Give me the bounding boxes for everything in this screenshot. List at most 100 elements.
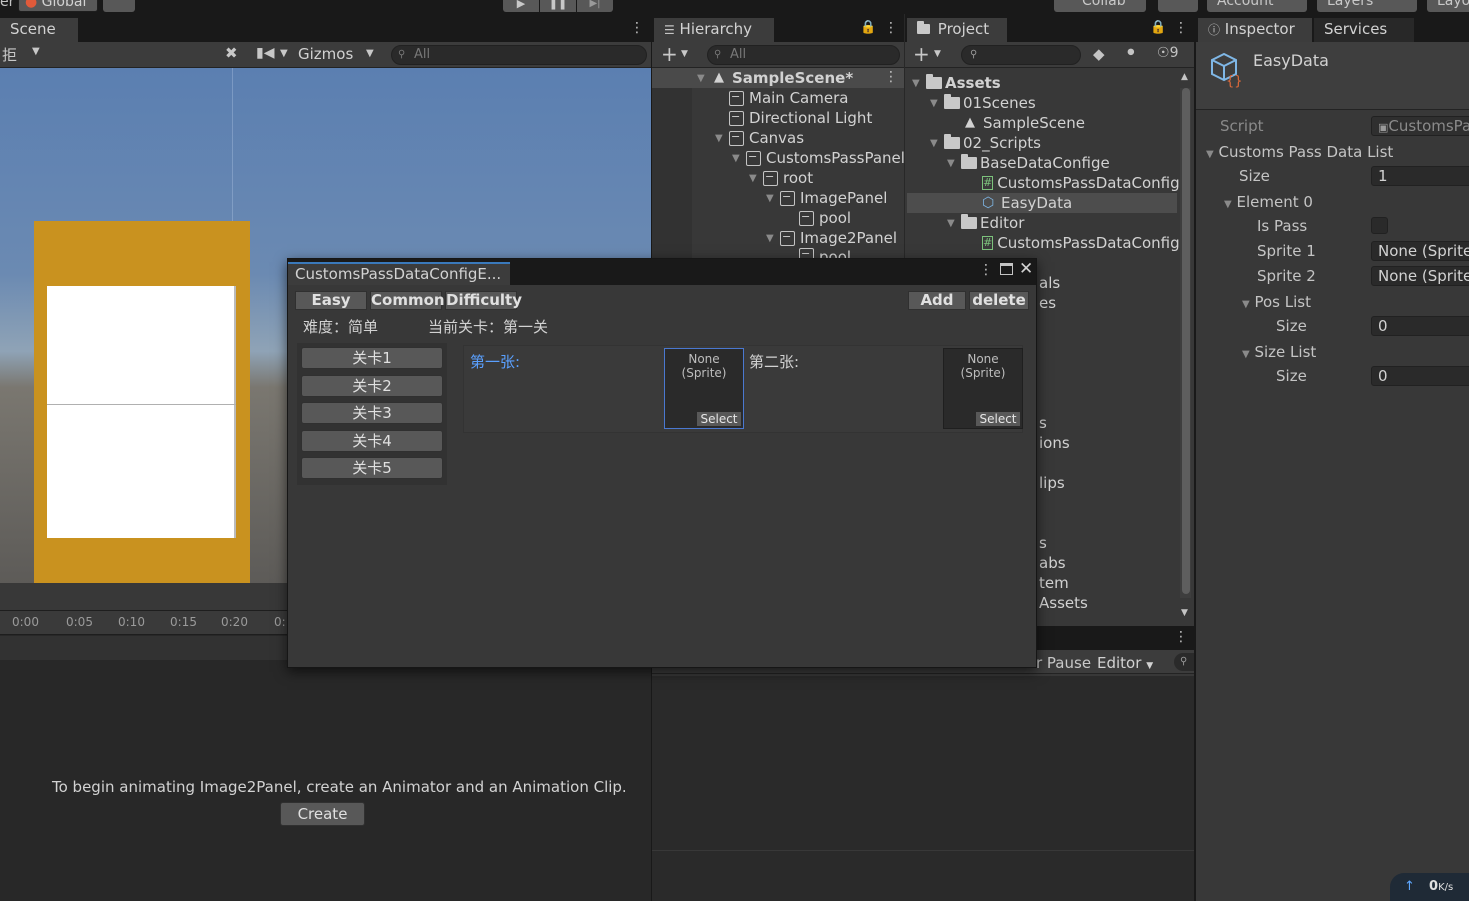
chevron-down-icon[interactable]: ▼ [947,158,957,169]
hierarchy-item[interactable]: pool [799,208,851,228]
scroll-up-icon[interactable]: ▲ [1181,72,1188,82]
level-button[interactable]: 关卡1 [301,347,443,369]
window-menu-icon[interactable]: ⋮ [979,262,993,278]
project-item[interactable]: # CustomsPassDataConfig [982,173,1179,193]
chevron-down-icon[interactable]: ▼ [934,49,941,59]
chevron-down-icon[interactable]: ▼ [681,49,688,59]
camera-icon[interactable]: ▮◀ [256,45,274,61]
project-item[interactable]: ▼ Assets [912,73,1001,93]
hierarchy-item[interactable]: ▼ ImagePanel [766,188,887,208]
size-list-foldout[interactable]: ▼ Size List [1242,343,1316,361]
chevron-down-icon[interactable]: ▼ [715,133,725,144]
project-item-selected[interactable]: ⬡ EasyData [982,193,1072,213]
level-button[interactable]: 关卡4 [301,430,443,452]
delete-button[interactable]: delete [969,291,1029,310]
add-button[interactable]: Add [908,291,966,310]
chevron-down-icon[interactable]: ▼ [366,48,374,59]
tab-easy[interactable]: Easy [295,291,367,310]
sprite1-field[interactable]: None (Sprite) [1371,241,1469,261]
project-item-partial[interactable]: s [1039,534,1047,552]
project-scrollbar[interactable] [1180,88,1191,598]
chevron-down-icon[interactable]: ▼ [912,78,922,89]
chevron-down-icon[interactable]: ▼ [930,98,940,109]
pause-button[interactable]: ❚❚ [540,0,576,12]
lock-icon[interactable]: 🔒 [1150,20,1166,35]
pos-list-foldout[interactable]: ▼ Pos List [1242,293,1311,311]
scene-menu-icon[interactable]: ⋮ [630,20,644,36]
tab-project[interactable]: Project [907,18,1007,42]
hierarchy-item[interactable]: Main Camera [729,88,848,108]
chevron-down-icon[interactable]: ▼ [766,233,776,244]
first-sprite-field[interactable]: None (Sprite) Select [664,348,744,429]
scroll-down-icon[interactable]: ▼ [1181,608,1188,618]
tools-icon[interactable]: ✖ [225,44,238,62]
chevron-down-icon[interactable]: ▼ [280,48,288,59]
account-dropdown[interactable]: Account [1207,0,1307,12]
project-item[interactable]: # CustomsPassDataConfig [982,233,1179,253]
element-foldout[interactable]: ▼ Element 0 [1224,193,1313,211]
tab-difficulty[interactable]: Difficulty [445,291,522,310]
chevron-down-icon[interactable]: ▼ [749,173,759,184]
console-menu-icon[interactable]: ⋮ [1174,629,1188,645]
editor-window-tab[interactable]: CustomsPassDataConfigE... [288,262,510,285]
chevron-down-icon[interactable]: ▼ [766,193,776,204]
project-scrollbar-thumb[interactable] [1182,88,1190,594]
project-item-partial[interactable]: abs [1039,554,1066,572]
project-item-partial[interactable]: s [1039,414,1047,432]
play-button[interactable]: ▶ [503,0,539,12]
collab-button[interactable]: Collab [1054,0,1146,12]
filter-type-icon[interactable]: ◆ [1093,45,1105,63]
second-sprite-field[interactable]: None (Sprite) Select [943,348,1023,429]
step-button[interactable]: ▶| [577,0,613,12]
pivot-button[interactable] [103,0,135,12]
select-sprite-button[interactable]: Select [697,412,741,426]
tab-scene[interactable]: Scene [0,18,78,42]
chevron-down-icon[interactable]: ▼ [697,73,707,84]
project-item-partial[interactable]: es [1039,294,1056,312]
tab-inspector[interactable]: ⓘ Inspector [1198,18,1312,42]
cloud-button[interactable] [1158,0,1198,12]
level-button[interactable]: 关卡3 [301,402,443,424]
size-field[interactable]: 1 [1371,166,1469,186]
add-icon[interactable]: + [913,42,930,66]
project-item[interactable]: ▼ 01Scenes [930,93,1036,113]
add-icon[interactable]: + [661,42,678,66]
layers-dropdown[interactable]: Layers [1317,0,1417,12]
select-sprite-button[interactable]: Select [976,412,1020,426]
tab-services[interactable]: Services [1314,18,1414,42]
label-icon[interactable]: ⚫ [1125,45,1137,61]
hierarchy-item[interactable]: ▼ ▲ SampleScene* [697,68,853,88]
list-foldout[interactable]: ▼ Customs Pass Data List [1206,143,1393,161]
hierarchy-item[interactable]: pool [799,248,851,258]
chevron-down-icon[interactable]: ▼ [732,153,742,164]
lock-icon[interactable]: 🔒 [860,20,876,35]
error-pause-toggle[interactable]: r Pause [1036,654,1091,672]
scene-search-input[interactable]: ⚲ All [391,45,647,65]
hidden-packages-icon[interactable]: ☉9 [1157,45,1178,61]
project-item-partial[interactable]: tem [1039,574,1069,592]
hierarchy-search-input[interactable]: ⚲ All [707,45,900,65]
layout-dropdown[interactable]: Layo [1427,0,1469,12]
level-button[interactable]: 关卡2 [301,375,443,397]
scene-view-mode[interactable]: 拒 [2,44,17,65]
project-menu-icon[interactable]: ⋮ [1174,20,1188,36]
editor-dropdown[interactable]: Editor ▼ [1097,654,1153,672]
hierarchy-item[interactable]: ▼ root [749,168,813,188]
hierarchy-item[interactable]: ▼ Canvas [715,128,804,148]
project-item[interactable]: ▼ 02_Scripts [930,133,1041,153]
tab-hierarchy[interactable]: ☰ Hierarchy [654,18,774,42]
console-search-input[interactable]: ⚲ [1174,653,1194,671]
project-item-partial[interactable]: als [1039,274,1060,292]
chevron-down-icon[interactable]: ▼ [32,46,40,57]
project-item-partial[interactable]: Assets [1039,594,1088,612]
global-button[interactable]: ● Global [18,0,98,12]
project-search-input[interactable]: ⚲ [961,45,1081,65]
project-item[interactable]: ▼ Editor [947,213,1024,233]
maximize-icon[interactable] [1000,263,1013,275]
project-item[interactable]: ▲ SampleScene [962,113,1085,133]
project-item-partial[interactable]: lips [1039,474,1065,492]
hierarchy-item[interactable]: ▼ Image2Panel [766,228,897,248]
close-icon[interactable]: ✕ [1019,259,1033,279]
gizmos-button[interactable]: Gizmos [298,45,353,63]
create-animation-button[interactable]: Create [280,802,365,826]
